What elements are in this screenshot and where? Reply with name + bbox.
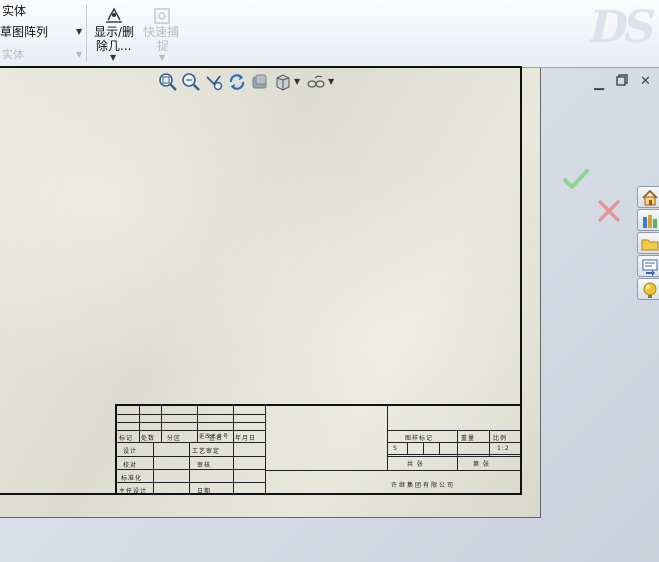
home-tab-icon[interactable] [637, 186, 659, 208]
faded-dropdown-icon: ▼ [76, 50, 83, 59]
tb-mark-s: S [393, 445, 398, 452]
close-icon[interactable]: ✕ [640, 74, 651, 89]
solid-command[interactable]: 实体 [2, 2, 26, 19]
tb-line [423, 442, 424, 454]
tb-line [387, 456, 520, 457]
tb-design: 设计 [123, 448, 138, 455]
appearances-icon[interactable] [637, 278, 659, 300]
sketch-pattern-command[interactable]: 草图阵列 [0, 23, 48, 40]
tb-line [117, 442, 265, 443]
zoom-to-area-icon[interactable] [181, 72, 201, 92]
tb-divider [387, 406, 388, 470]
tb-line [233, 442, 234, 495]
tb-weight: 重量 [461, 435, 476, 442]
display-delete-relations-button[interactable]: 显示/删 除几... ▼ [92, 4, 138, 62]
tb-line [161, 406, 162, 442]
command-manager-ribbon: 实体 草图阵列 ▼ 实体 ▼ 显示/删 除几... ▼ 快速捕 捉 ▼ DS [0, 0, 659, 68]
tb-header-sign: 签名 [209, 435, 224, 442]
tb-sheet-no: 第 张 [473, 461, 490, 468]
quick-snap-dropdown-icon: ▼ [159, 53, 166, 62]
tb-header-date: 年月日 [235, 435, 257, 442]
tb-header-count: 处数 [141, 435, 156, 442]
tb-line [387, 430, 520, 431]
tb-line [439, 442, 440, 454]
tb-line [117, 456, 265, 457]
drawing-sheet[interactable]: ▼ ▼ 标记 处数 分区 更改文件号 签名 年月日 设计 工艺审定 校对 审核 … [0, 66, 541, 518]
hide-show-items-icon[interactable] [306, 72, 326, 92]
design-library-icon[interactable] [637, 209, 659, 231]
tb-line [139, 406, 140, 442]
tb-total-sheets: 共 张 [407, 461, 424, 468]
graphics-area[interactable]: ▼ ▼ 标记 处数 分区 更改文件号 签名 年月日 设计 工艺审定 校对 审核 … [0, 66, 659, 562]
file-explorer-icon[interactable] [637, 232, 659, 254]
tb-company: 许继集团有限公司 [391, 482, 456, 489]
view-palette-icon[interactable] [637, 255, 659, 277]
tb-line [117, 469, 265, 470]
tb-line [197, 406, 198, 442]
tb-header-mark: 标记 [119, 435, 134, 442]
minimize-icon[interactable]: ▁ [594, 76, 604, 91]
ds-logo-icon: DS [590, 2, 656, 53]
zoom-to-fit-icon[interactable] [158, 72, 178, 92]
tb-line [387, 454, 520, 455]
tb-scale-value: 1:2 [497, 445, 510, 452]
quick-snap-label-2: 捉 [157, 39, 170, 53]
title-block: 标记 处数 分区 更改文件号 签名 年月日 设计 工艺审定 校对 审核 标准化 … [115, 404, 520, 495]
faded-solid-command: 实体 [2, 48, 24, 61]
tb-drawing-mark: 图样标记 [405, 435, 434, 442]
hide-show-dropdown-icon[interactable]: ▼ [328, 77, 334, 86]
tb-standardize: 标准化 [121, 475, 143, 482]
tb-scale: 比例 [493, 435, 508, 442]
previous-view-icon[interactable] [204, 72, 224, 92]
tb-line [265, 470, 520, 471]
tb-chief-design: 主任设计 [119, 488, 148, 495]
restore-icon[interactable] [616, 74, 628, 90]
section-view-icon [252, 74, 267, 89]
tb-line [153, 442, 154, 495]
tb-divider [265, 406, 266, 495]
view-orientation-icon[interactable] [273, 72, 293, 92]
display-delete-relations-icon [106, 7, 122, 23]
tb-line [189, 442, 190, 495]
tb-line [117, 482, 265, 483]
display-delete-dropdown-icon[interactable]: ▼ [110, 53, 116, 62]
tb-process-review: 工艺审定 [192, 448, 221, 455]
rebuild-icon[interactable] [227, 72, 247, 92]
display-delete-label-2: 除几... [96, 39, 132, 53]
ok-checkmark-icon[interactable] [562, 168, 590, 192]
cancel-x-icon[interactable] [596, 198, 622, 224]
tb-header-zone: 分区 [167, 435, 182, 442]
tb-line [407, 442, 408, 454]
tb-date: 日期 [197, 488, 212, 495]
tb-line [489, 430, 490, 456]
tb-line [233, 406, 234, 442]
view-orientation-dropdown-icon[interactable]: ▼ [294, 77, 300, 86]
ribbon-separator [86, 4, 87, 62]
sketch-pattern-dropdown-icon[interactable]: ▼ [76, 27, 82, 36]
quick-snap-button: 快速捕 捉 ▼ [142, 4, 184, 62]
tb-approve: 审核 [197, 462, 212, 469]
tb-line [457, 430, 458, 470]
tb-proofread: 校对 [123, 462, 138, 469]
